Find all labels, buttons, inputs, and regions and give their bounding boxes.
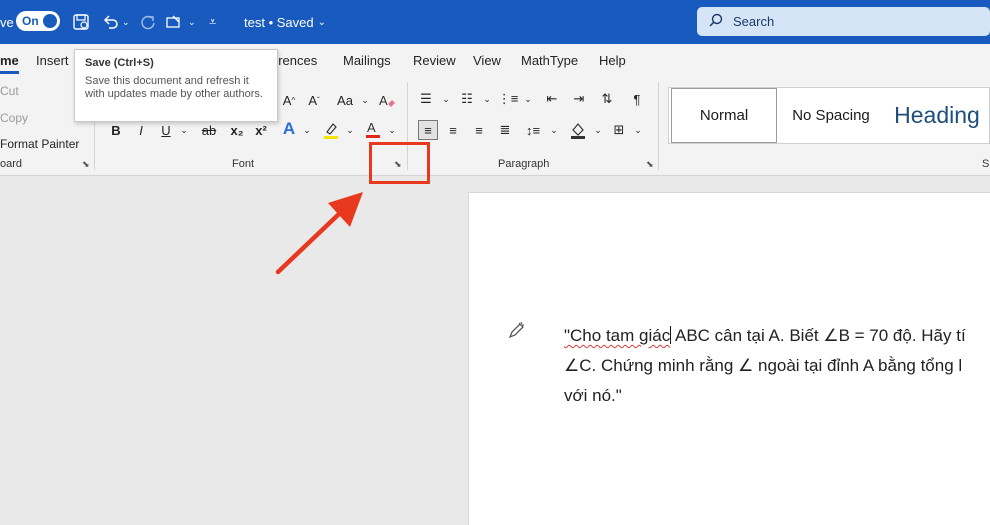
- doc-text-1a: "Cho tam giác: [564, 326, 671, 345]
- tab-review[interactable]: Review: [413, 44, 456, 76]
- sort-icon[interactable]: ⇅: [598, 90, 616, 108]
- clear-formatting-icon[interactable]: A: [378, 91, 396, 109]
- paragraph-launcher-icon[interactable]: ⬊: [646, 159, 656, 169]
- tab-mailings[interactable]: Mailings: [343, 44, 391, 76]
- show-marks-icon[interactable]: ¶: [628, 90, 646, 108]
- borders-dropdown-icon[interactable]: ⌄: [629, 121, 647, 139]
- italic-button[interactable]: I: [132, 121, 150, 139]
- document-page[interactable]: "Cho tam giác ABC cân tại A. Biết ∠B = 7…: [468, 192, 990, 525]
- underline-button[interactable]: U: [157, 121, 175, 139]
- highlight-icon[interactable]: [322, 121, 340, 139]
- bullets-dropdown-icon[interactable]: ⌄: [437, 90, 455, 108]
- tab-view[interactable]: View: [473, 44, 501, 76]
- bold-button[interactable]: B: [107, 121, 125, 139]
- multilevel-dropdown-icon[interactable]: ⌄: [519, 90, 537, 108]
- search-icon: [709, 13, 723, 30]
- style-normal[interactable]: Normal: [671, 88, 777, 143]
- customize-icon[interactable]: [165, 0, 185, 44]
- numbering-icon[interactable]: ☷: [458, 90, 476, 108]
- paragraph-group-label: Paragraph: [498, 158, 550, 170]
- toggle-knob: [43, 14, 57, 28]
- document-line-2: ∠C. Chứng minh rằng ∠ ngoài tại đỉnh A b…: [564, 356, 963, 375]
- font-color-dropdown-icon[interactable]: ⌄: [383, 121, 401, 139]
- align-right-icon[interactable]: ≡: [470, 121, 488, 139]
- shading-dropdown-icon[interactable]: ⌄: [589, 121, 607, 139]
- line-spacing-dropdown-icon[interactable]: ⌄: [545, 121, 563, 139]
- style-heading[interactable]: Heading: [883, 88, 990, 143]
- doc-text-1b: ABC cân tại A. Biết ∠B = 70 độ. Hãy tí: [671, 326, 966, 345]
- align-left-button[interactable]: ≡: [418, 120, 438, 140]
- annotation-highlight-box: [369, 142, 430, 184]
- grow-font-icon[interactable]: A ^: [280, 91, 298, 109]
- title-bar: ve On ⌄ ⌄ ⩡ test • Saved ⌄ Search: [0, 0, 990, 44]
- format-painter-button[interactable]: Format Painter: [0, 137, 79, 151]
- tooltip-body: Save this document and refresh it with u…: [85, 75, 263, 100]
- save-icon[interactable]: [72, 0, 90, 44]
- font-color-icon[interactable]: A: [364, 120, 382, 138]
- autosave-state: On: [22, 14, 39, 28]
- svg-text:A: A: [367, 120, 376, 135]
- text-effects-icon[interactable]: A: [280, 119, 298, 138]
- doc-status: • Saved: [268, 14, 314, 30]
- cut-button[interactable]: Cut: [0, 84, 19, 98]
- line-spacing-icon[interactable]: ↕≡: [524, 121, 542, 139]
- multilevel-list-icon[interactable]: ⋮≡: [498, 90, 519, 108]
- tooltip-title: Save (Ctrl+S): [85, 57, 154, 69]
- search-placeholder: Search: [733, 14, 775, 29]
- clipboard-group-label: oard: [0, 158, 23, 170]
- clipboard-launcher-icon[interactable]: ⬊: [82, 159, 92, 169]
- divider: [658, 82, 659, 170]
- customize-dropdown-icon[interactable]: ⌄: [188, 0, 196, 44]
- doc-title-chevron-icon: ⌄: [317, 16, 327, 28]
- strikethrough-button[interactable]: ab: [198, 121, 220, 139]
- tab-home[interactable]: me: [0, 44, 19, 76]
- doc-name: test: [244, 14, 265, 30]
- undo-dropdown-icon[interactable]: ⌄: [122, 0, 130, 44]
- qat-more-icon[interactable]: ⩡: [209, 0, 216, 44]
- subscript-button[interactable]: x₂: [228, 121, 246, 139]
- font-group-label: Font: [232, 158, 255, 170]
- copy-button[interactable]: Copy: [0, 111, 28, 125]
- text-effects-dropdown-icon[interactable]: ⌄: [298, 121, 316, 139]
- change-case-icon[interactable]: Aa: [333, 91, 357, 109]
- change-case-dropdown-icon[interactable]: ⌄: [356, 91, 374, 109]
- document-line-3: với nó.": [564, 386, 622, 405]
- shrink-font-icon[interactable]: Aˇ: [305, 91, 323, 109]
- tab-insert[interactable]: Insert: [36, 44, 69, 76]
- align-center-icon[interactable]: ≡: [444, 121, 462, 139]
- svg-text:A: A: [379, 93, 388, 108]
- doc-title[interactable]: test • Saved ⌄: [244, 0, 326, 44]
- redo-icon[interactable]: [139, 0, 157, 44]
- bullets-icon[interactable]: ☰: [417, 90, 435, 108]
- increase-indent-icon[interactable]: ⇥: [570, 90, 588, 108]
- style-no-spacing[interactable]: No Spacing: [779, 88, 883, 143]
- styles-gallery: Normal No Spacing Heading: [668, 87, 990, 144]
- autosave-toggle[interactable]: On: [16, 11, 60, 31]
- shading-icon[interactable]: [569, 121, 587, 139]
- tab-help[interactable]: Help: [599, 44, 626, 76]
- justify-icon[interactable]: ≣: [496, 121, 514, 139]
- editor-pen-icon[interactable]: [506, 321, 526, 346]
- document-line-1: "Cho tam giác ABC cân tại A. Biết ∠B = 7…: [564, 326, 966, 346]
- highlight-dropdown-icon[interactable]: ⌄: [341, 121, 359, 139]
- tab-mathtype[interactable]: MathType: [521, 44, 578, 76]
- search-box[interactable]: Search: [697, 7, 990, 36]
- annotation-arrow-icon: [275, 192, 363, 275]
- save-tooltip: Save (Ctrl+S) Save this document and ref…: [74, 49, 278, 122]
- borders-icon[interactable]: ⊞: [610, 121, 628, 139]
- undo-icon[interactable]: [102, 0, 120, 44]
- autosave-label: ve: [0, 14, 14, 30]
- underline-dropdown-icon[interactable]: ⌄: [175, 121, 193, 139]
- decrease-indent-icon[interactable]: ⇤: [543, 90, 561, 108]
- numbering-dropdown-icon[interactable]: ⌄: [478, 90, 496, 108]
- styles-group-label: S: [982, 158, 990, 170]
- superscript-button[interactable]: x²: [252, 121, 270, 139]
